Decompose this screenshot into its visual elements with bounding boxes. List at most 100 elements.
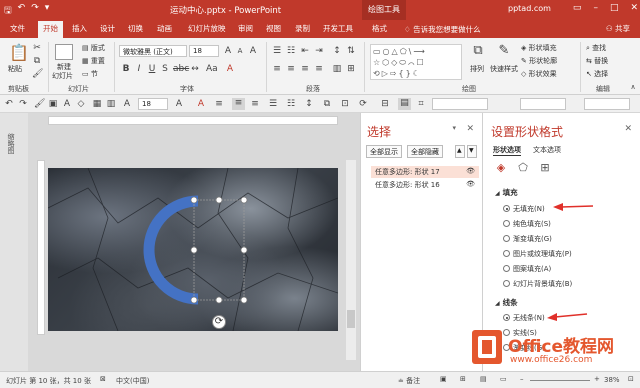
save-icon[interactable]: 🖫 xyxy=(4,3,12,19)
customize-qat-icon[interactable]: ▾ xyxy=(45,3,50,19)
copy-icon[interactable]: ⧉ xyxy=(32,56,42,66)
scrollbar-thumb[interactable] xyxy=(347,310,355,328)
fill-option-none[interactable]: 无填充(N) xyxy=(503,204,545,214)
tell-me-box[interactable]: ♢ 告诉我您想要做什么 xyxy=(404,24,481,35)
align-right-icon[interactable]: ≡ xyxy=(300,64,310,74)
fit-slide-icon[interactable]: ⊡ xyxy=(628,375,634,383)
selection-pane-icon[interactable]: ▤ xyxy=(398,98,411,110)
resize-handle[interactable] xyxy=(240,296,248,304)
notes-button[interactable]: ≐ 备注 xyxy=(398,376,420,386)
chart-icon[interactable]: ▥ xyxy=(106,99,116,109)
blue-arc-shape[interactable] xyxy=(143,195,199,305)
align-left-icon[interactable]: ≡ xyxy=(272,64,282,74)
format-painter-icon[interactable]: 🖌 xyxy=(32,69,43,79)
bring-forward-icon[interactable]: ▲ xyxy=(455,145,465,158)
show-all-button[interactable]: 全部显示 xyxy=(366,145,402,158)
shape-icon[interactable]: ◇ xyxy=(76,99,86,109)
ribbon-options-icon[interactable]: ▭ xyxy=(573,3,582,13)
shape-height-box[interactable] xyxy=(432,98,488,110)
group-icon[interactable]: ⊡ xyxy=(340,99,350,109)
smartart-icon[interactable]: ⊞ xyxy=(346,64,356,74)
font-size-box[interactable]: 18 xyxy=(189,45,219,57)
shape-effects-button[interactable]: ◇ 形状效果 xyxy=(521,69,557,79)
tab-shape-options[interactable]: 形状选项 xyxy=(493,145,521,156)
resize-handle[interactable] xyxy=(190,296,198,304)
zoom-slider[interactable] xyxy=(530,380,590,381)
tab-insert[interactable]: 插入 xyxy=(72,23,87,34)
radio-button[interactable] xyxy=(503,235,510,242)
increase-indent-icon[interactable]: ⇥ xyxy=(314,46,324,56)
radio-button[interactable] xyxy=(503,265,510,272)
text-box-icon[interactable]: A xyxy=(62,99,72,109)
hide-all-button[interactable]: 全部隐藏 xyxy=(407,145,443,158)
line-spacing-icon[interactable]: ↕ xyxy=(332,46,342,56)
tab-record[interactable]: 录制 xyxy=(295,23,310,34)
slideshow-icon[interactable]: ▭ xyxy=(500,375,507,383)
quick-styles-button[interactable]: 快速样式 xyxy=(490,64,518,74)
paste-button[interactable]: 粘贴 xyxy=(8,64,22,74)
tab-review[interactable]: 审阅 xyxy=(238,23,253,34)
list-item[interactable]: 任意多边形: 形状 17 👁 xyxy=(371,166,479,178)
thumbnail-strip[interactable]: 缩略图 xyxy=(0,113,28,371)
radio-button[interactable] xyxy=(503,250,510,257)
tab-home[interactable]: 开始 xyxy=(38,21,63,38)
slide-counter[interactable]: 幻灯片 第 10 张，共 10 张 xyxy=(6,376,91,386)
line-section-header[interactable]: ◢ 线条 xyxy=(495,297,518,308)
spellcheck-icon[interactable]: ⊠ xyxy=(100,375,106,383)
shape-outline-button[interactable]: ✎ 形状轮廓 xyxy=(521,56,557,66)
arrange-icon[interactable]: ⧉ xyxy=(322,99,332,109)
fill-section-header[interactable]: ◢ 填充 xyxy=(495,187,518,198)
pane-options-icon[interactable]: ▾ xyxy=(452,124,456,132)
resize-handle[interactable] xyxy=(240,246,248,254)
numbering-icon[interactable]: ☷ xyxy=(286,99,296,109)
visibility-eye-icon[interactable]: 👁 xyxy=(466,180,475,188)
layout-button[interactable]: ▤ 版式 xyxy=(82,43,105,53)
zoom-in-icon[interactable]: + xyxy=(594,375,600,383)
tab-developer[interactable]: 开发工具 xyxy=(323,23,353,34)
fill-line-icon[interactable]: ◈ xyxy=(493,160,509,176)
resize-handle[interactable] xyxy=(190,246,198,254)
rotate-handle-icon[interactable]: ⟳ xyxy=(212,315,226,329)
fill-option-gradient[interactable]: 渐变填充(G) xyxy=(503,234,552,244)
strikethrough-icon[interactable]: abc xyxy=(173,64,189,74)
align-objects-icon[interactable]: ⊟ xyxy=(380,99,390,109)
radio-button[interactable] xyxy=(503,205,510,212)
fill-option-pattern[interactable]: 图案填充(A) xyxy=(503,264,551,274)
text-direction-icon[interactable]: ⇅ xyxy=(346,46,356,56)
new-slide-icon[interactable] xyxy=(55,44,73,60)
justify-icon[interactable]: ≡ xyxy=(314,64,324,74)
grow-font-icon[interactable]: A xyxy=(174,99,184,109)
clear-format-icon[interactable]: A xyxy=(248,46,258,56)
vertical-scrollbar[interactable] xyxy=(346,160,356,360)
undo-icon[interactable]: ↶ xyxy=(18,3,26,19)
bold-icon[interactable]: B xyxy=(121,64,131,74)
redo-icon[interactable]: ↷ xyxy=(18,99,28,109)
resize-handle[interactable] xyxy=(240,196,248,204)
slide[interactable] xyxy=(48,168,338,331)
rotate-icon[interactable]: ⟳ xyxy=(358,99,368,109)
font-name-box[interactable]: 微软雅黑 (正文) xyxy=(119,45,187,57)
radio-button[interactable] xyxy=(503,314,510,321)
arrange-button[interactable]: 排列 xyxy=(470,64,484,74)
fill-option-solid[interactable]: 纯色填充(S) xyxy=(503,219,551,229)
list-item[interactable]: 任意多边形: 形状 16 👁 xyxy=(371,179,479,191)
section-button[interactable]: ▭ 节 xyxy=(82,69,98,79)
change-case-icon[interactable]: Aa xyxy=(206,64,218,74)
normal-view-icon[interactable]: ▣ xyxy=(440,375,447,383)
resize-handle[interactable] xyxy=(215,196,223,204)
undo-icon[interactable]: ↶ xyxy=(4,99,14,109)
char-spacing-icon[interactable]: ↔ xyxy=(190,64,200,74)
slide-sorter-icon[interactable]: ⊞ xyxy=(460,375,466,383)
columns-icon[interactable]: ▥ xyxy=(332,64,342,74)
select-button[interactable]: ↖ 选择 xyxy=(586,69,608,79)
tab-text-options[interactable]: 文本选项 xyxy=(533,145,561,155)
arrange-icon[interactable]: ⧉ xyxy=(470,44,486,62)
size-properties-icon[interactable]: ⊞ xyxy=(537,160,553,176)
numbering-icon[interactable]: ☷ xyxy=(286,46,296,56)
tab-slideshow[interactable]: 幻灯片放映 xyxy=(188,23,226,34)
shapes-gallery[interactable]: ▭○△⬠\⟶ ☆⬡◇⬭⌒☐ ⟲▷⇨{}☾ xyxy=(370,44,462,80)
effects-pentagon-icon[interactable]: ⬠ xyxy=(515,160,531,176)
tab-view[interactable]: 视图 xyxy=(266,23,281,34)
font-icon[interactable]: A xyxy=(122,99,132,109)
close-icon[interactable]: ✕ xyxy=(466,124,474,134)
